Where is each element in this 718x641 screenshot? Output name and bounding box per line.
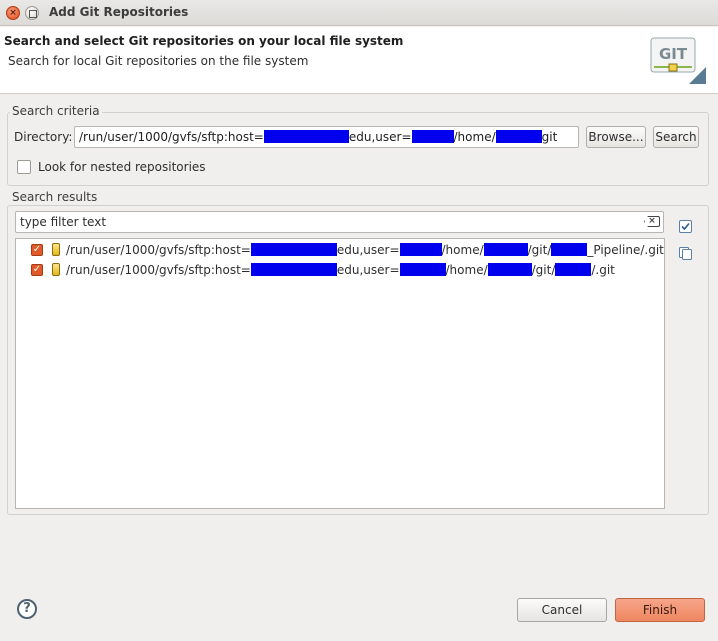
git-logo-icon: GIT [650, 37, 706, 84]
directory-part4: git [541, 130, 558, 144]
directory-input[interactable]: /run/user/1000/gvfs/sftp:host= edu,user= /… [74, 126, 579, 148]
redacted-home [487, 263, 532, 276]
cancel-button[interactable]: Cancel [517, 598, 607, 622]
check-glyph: ✓ [32, 244, 42, 255]
git-logo-text: GIT [659, 45, 688, 63]
directory-part3: /home/ [453, 130, 496, 144]
check-glyph: ✓ [32, 264, 42, 275]
redacted-user [399, 243, 442, 256]
repo-path-part4: /git/ [527, 243, 552, 257]
search-criteria-label: Search criteria [10, 104, 102, 118]
list-item[interactable]: ✓ /run/user/1000/gvfs/sftp:host= edu,user… [30, 261, 660, 281]
directory-prefix: /run/user/1000/gvfs/sftp:host= [79, 130, 264, 144]
header-title: Search and select Git repositories on yo… [4, 34, 404, 48]
repo-path-part2: edu,user= [336, 263, 400, 277]
repository-icon [52, 243, 60, 256]
filter-placeholder: type filter text [20, 215, 107, 229]
directory-part2: edu,user= [348, 130, 412, 144]
repo-checkbox[interactable]: ✓ [31, 264, 43, 276]
nested-repositories-checkbox[interactable] [17, 160, 31, 174]
repo-path-prefix: /run/user/1000/gvfs/sftp:host= [66, 263, 251, 277]
repo-path: /run/user/1000/gvfs/sftp:host= edu,user= /… [66, 243, 664, 257]
repo-path-suffix: _Pipeline/.git [587, 243, 664, 257]
redacted-repo [551, 243, 588, 256]
repo-path-part2: edu,user= [336, 243, 400, 257]
search-criteria-group [7, 112, 709, 186]
select-all-icon[interactable] [679, 220, 692, 233]
repo-path: /run/user/1000/gvfs/sftp:host= edu,user= /… [66, 263, 615, 277]
help-icon[interactable]: ? [17, 599, 37, 619]
redacted-host [250, 263, 337, 276]
help-glyph: ? [23, 601, 31, 616]
repo-path-part3: /home/ [445, 263, 488, 277]
finish-button[interactable]: Finish [615, 598, 705, 622]
window-title: Add Git Repositories [49, 5, 189, 19]
title-bar: × Add Git Repositories [0, 0, 718, 26]
header-description: Search for local Git repositories on the… [8, 54, 309, 68]
redacted-repo [555, 263, 592, 276]
close-glyph: × [9, 8, 17, 18]
deselect-all-icon[interactable] [679, 247, 692, 260]
search-button[interactable]: Search [653, 126, 699, 148]
redacted-user [411, 130, 454, 143]
redacted-home [495, 130, 542, 143]
nested-repositories-label: Look for nested repositories [38, 160, 206, 174]
repo-path-part3: /home/ [441, 243, 484, 257]
search-results-label: Search results [10, 190, 100, 204]
list-item[interactable]: ✓ /run/user/1000/gvfs/sftp:host= edu,user… [30, 241, 664, 261]
wizard-header: Search and select Git repositories on yo… [0, 27, 718, 94]
repo-path-part4: /git/ [531, 263, 556, 277]
repo-path-suffix: /.git [591, 263, 615, 277]
repository-icon [52, 263, 60, 276]
filter-input[interactable]: type filter text [15, 211, 664, 233]
redacted-host [250, 243, 337, 256]
window-close-icon[interactable]: × [6, 6, 20, 20]
redacted-home [483, 243, 528, 256]
window-maximize-icon[interactable] [25, 6, 39, 20]
directory-label: Directory: [14, 130, 73, 144]
repo-checkbox[interactable]: ✓ [31, 244, 43, 256]
redacted-user [399, 263, 446, 276]
browse-button[interactable]: Browse... [586, 126, 646, 148]
repo-path-prefix: /run/user/1000/gvfs/sftp:host= [66, 243, 251, 257]
clear-filter-glyph: × [648, 216, 656, 226]
redacted-host [263, 130, 349, 143]
